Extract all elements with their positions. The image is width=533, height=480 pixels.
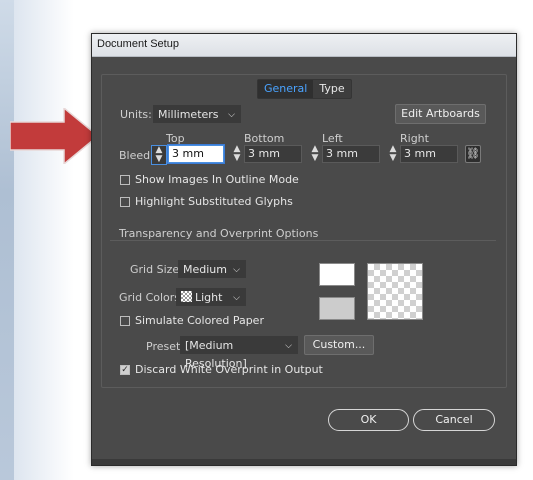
title-bar: Document Setup — [92, 34, 516, 57]
section-divider — [110, 240, 496, 241]
units-label: Units: — [120, 108, 152, 121]
tab-general[interactable]: General — [258, 80, 314, 98]
edit-artboards-button[interactable]: Edit Artboards — [395, 104, 486, 124]
chevron-down-icon: ⌵ — [285, 341, 292, 351]
bleed-right-stepper[interactable]: ▲ ▼ — [386, 145, 400, 163]
bleed-right-field[interactable]: 3 mm — [400, 145, 458, 163]
bleed-top-stepper[interactable]: ▲ ▼ — [151, 145, 167, 165]
highlight-glyphs-checkbox[interactable] — [120, 197, 130, 207]
chain-link-icon[interactable]: ⛓ — [465, 145, 481, 163]
custom-button[interactable]: Custom... — [304, 335, 374, 355]
bleed-right-header: Right — [400, 132, 429, 145]
discard-white-checkbox[interactable]: ✓ — [120, 365, 130, 375]
preset-label: Preset: — [146, 340, 185, 353]
tab-bar: General Type — [257, 79, 352, 99]
chevron-down-icon: ⌵ — [233, 293, 240, 303]
highlight-glyphs-label: Highlight Substituted Glyphs — [135, 195, 293, 208]
simulate-paper-label: Simulate Colored Paper — [135, 314, 264, 327]
checker-swatch-icon — [181, 291, 192, 302]
bleed-bottom-stepper[interactable]: ▲ ▼ — [230, 145, 244, 163]
bleed-bottom-field[interactable]: 3 mm — [244, 145, 302, 163]
background-gradient — [14, 0, 74, 480]
background-stripe — [0, 0, 14, 480]
tab-type[interactable]: Type — [313, 80, 350, 98]
discard-white-label: Discard White Overprint in Output — [135, 363, 323, 376]
annotation-arrow-icon — [10, 108, 98, 164]
grid-color-swatch-bottom[interactable] — [319, 297, 355, 320]
grid-size-label: Grid Size: — [130, 263, 183, 276]
ok-button[interactable]: OK — [328, 409, 409, 431]
bleed-left-field[interactable]: 3 mm — [322, 145, 380, 163]
grid-size-dropdown[interactable]: Medium ⌵ — [178, 260, 246, 278]
preset-dropdown[interactable]: [Medium Resolution] ⌵ — [180, 336, 298, 370]
chevron-down-icon: ⌵ — [228, 110, 235, 120]
units-dropdown[interactable]: Millimeters ⌵ — [153, 105, 241, 123]
grid-color-swatch-top[interactable] — [319, 263, 355, 286]
grid-size-value: Medium — [183, 263, 227, 276]
window-title: Document Setup — [97, 38, 179, 50]
chevron-down-icon: ⌵ — [233, 265, 240, 275]
units-value: Millimeters — [158, 108, 219, 121]
transparency-section-title: Transparency and Overprint Options — [119, 227, 319, 240]
window-bottom-edge — [92, 459, 516, 465]
grid-colors-value: Light — [195, 291, 223, 304]
show-images-outline-checkbox[interactable] — [120, 175, 130, 185]
bleed-bottom-header: Bottom — [244, 132, 285, 145]
bleed-left-stepper[interactable]: ▲ ▼ — [308, 145, 322, 163]
document-setup-dialog: Document Setup General Type Units: Milli… — [91, 33, 517, 466]
simulate-paper-checkbox[interactable] — [120, 316, 130, 326]
transparency-grid-preview — [367, 263, 423, 320]
cancel-button[interactable]: Cancel — [413, 409, 495, 431]
grid-colors-label: Grid Colors: — [119, 291, 184, 304]
show-images-outline-label: Show Images In Outline Mode — [135, 173, 299, 186]
bleed-left-header: Left — [322, 132, 343, 145]
bleed-label: Bleed: — [119, 149, 154, 162]
bleed-top-header: Top — [166, 132, 185, 145]
bleed-top-field[interactable]: 3 mm — [168, 145, 224, 163]
grid-colors-dropdown[interactable]: Light ⌵ — [176, 288, 246, 306]
